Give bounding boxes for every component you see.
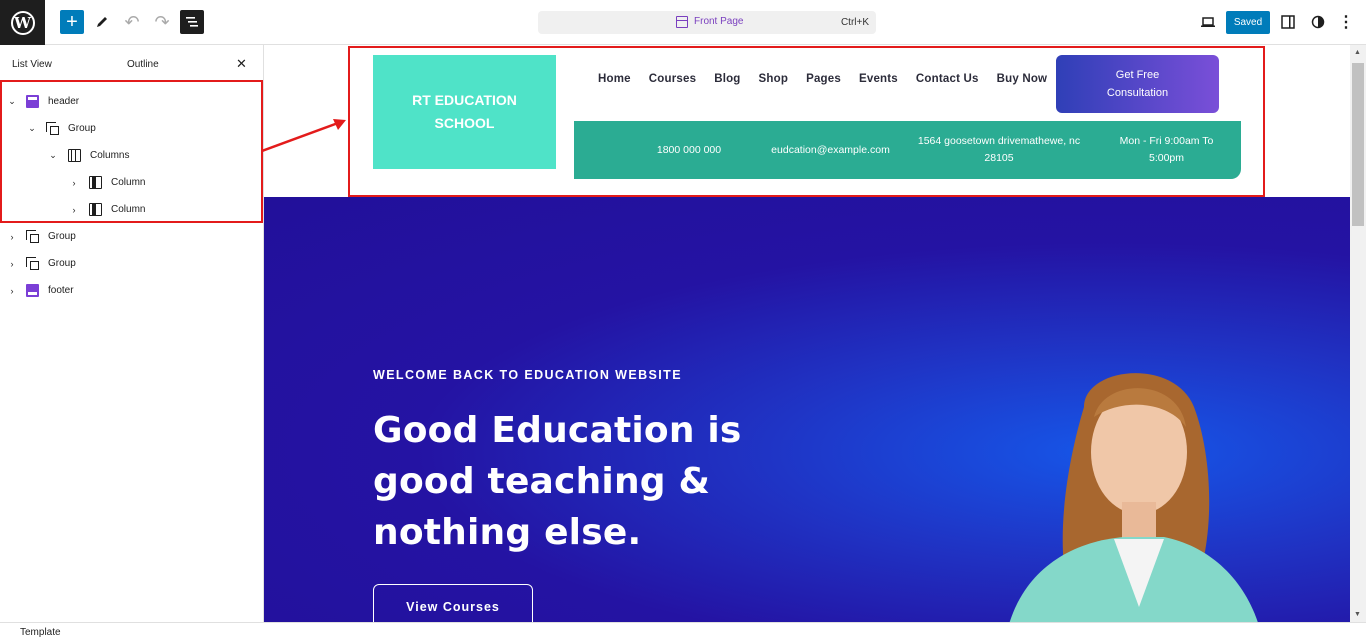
styles-button[interactable] <box>1308 10 1328 34</box>
scroll-up-icon[interactable]: ▲ <box>1354 49 1361 56</box>
list-item-label: Group <box>48 258 76 269</box>
footer-icon <box>26 284 39 297</box>
settings-button[interactable] <box>1278 10 1298 34</box>
chevron-right-icon[interactable]: › <box>6 286 18 296</box>
laptop-icon <box>1201 17 1215 27</box>
list-item-label: footer <box>48 285 74 296</box>
hero-portrait-image <box>1009 373 1258 622</box>
list-item-footer[interactable]: › footer <box>6 277 74 304</box>
block-breadcrumb-bar: Template <box>0 622 1366 641</box>
tab-outline[interactable]: Outline <box>127 59 159 70</box>
list-item-group[interactable]: › Group <box>6 223 76 250</box>
chevron-right-icon[interactable]: › <box>6 232 18 242</box>
redo-button[interactable]: ↷ <box>150 10 174 34</box>
sidebar-toggle-icon <box>1281 15 1295 29</box>
annotation-highlight-box <box>0 80 263 223</box>
wordpress-icon: W <box>10 10 35 35</box>
keyboard-shortcut: Ctrl+K <box>840 17 869 28</box>
hero-kicker: WELCOME BACK TO EDUCATION WEBSITE <box>373 368 682 382</box>
hero-title: Good Education is good teaching & nothin… <box>373 410 742 553</box>
chevron-right-icon[interactable]: › <box>6 259 18 269</box>
canvas-scrollbar[interactable]: ▲ ▼ <box>1350 45 1366 622</box>
pencil-icon <box>97 17 107 27</box>
contrast-icon <box>1311 15 1325 29</box>
document-title: Front Page <box>694 16 744 27</box>
command-palette-bar[interactable]: Front Page Ctrl+K <box>538 11 876 34</box>
list-item-group[interactable]: › Group <box>6 250 76 277</box>
wordpress-logo-button[interactable]: W <box>0 0 45 45</box>
annotation-arrow <box>262 119 346 153</box>
list-view-icon <box>186 17 198 27</box>
device-preview-button[interactable] <box>1198 10 1218 34</box>
list-item-label: Group <box>48 231 76 242</box>
template-icon <box>676 16 688 28</box>
hero-section[interactable]: WELCOME BACK TO EDUCATION WEBSITE Good E… <box>264 197 1350 622</box>
undo-button[interactable]: ↶ <box>120 10 144 34</box>
edit-tool-button[interactable] <box>90 10 114 34</box>
sidebar-tabs: List View Outline ✕ <box>0 45 263 83</box>
view-courses-button[interactable]: View Courses <box>373 584 533 622</box>
tab-list-view[interactable]: List View <box>12 59 52 70</box>
document-overview-button[interactable] <box>180 10 204 34</box>
group-icon <box>26 256 39 270</box>
group-icon <box>26 229 39 243</box>
close-icon[interactable]: ✕ <box>236 56 247 72</box>
scroll-thumb[interactable] <box>1352 63 1364 226</box>
editor-canvas[interactable]: RT EDUCATION SCHOOL Home Courses Blog Sh… <box>264 45 1350 622</box>
editor-toolbar: W + ↶ ↷ Front Page Ctrl+K Saved ⋮ <box>0 0 1366 45</box>
annotation-highlight-box <box>348 46 1265 197</box>
scroll-down-icon[interactable]: ▼ <box>1354 611 1361 618</box>
options-menu-button[interactable]: ⋮ <box>1336 10 1356 34</box>
add-block-button[interactable]: + <box>60 10 84 34</box>
save-button[interactable]: Saved <box>1226 11 1270 34</box>
breadcrumb-template[interactable]: Template <box>20 627 61 638</box>
